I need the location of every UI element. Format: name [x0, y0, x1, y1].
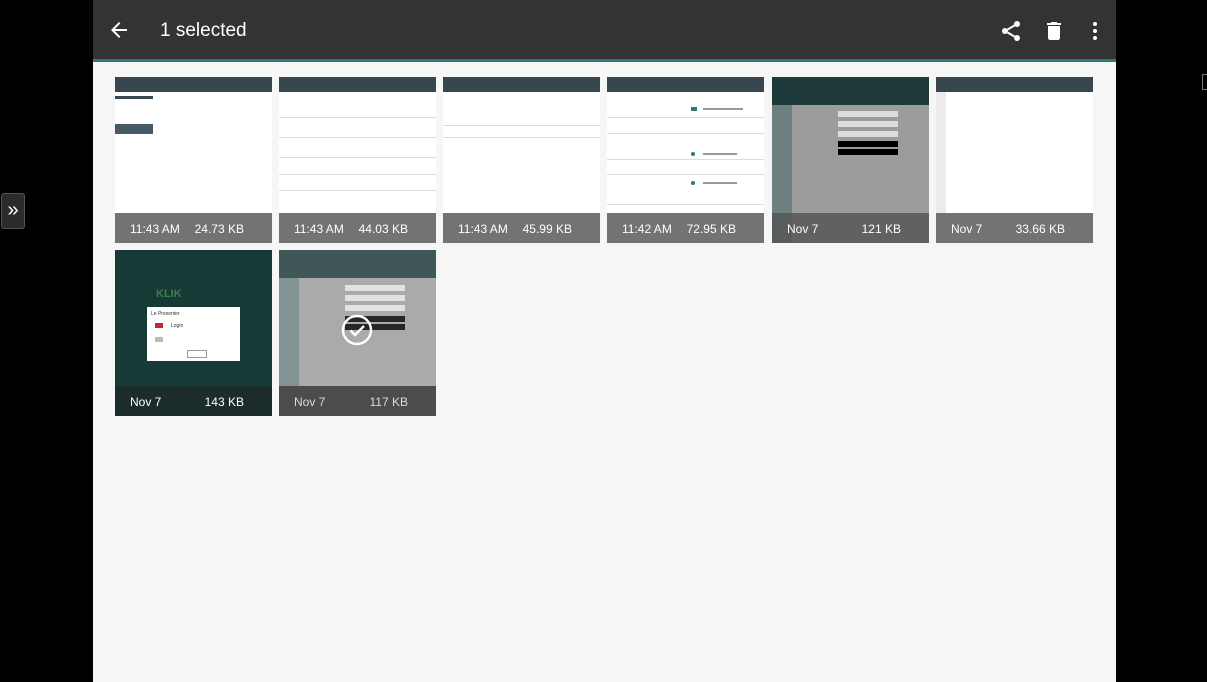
thumb-size: 45.99 KB	[522, 222, 572, 236]
thumb-preview-button	[187, 350, 207, 358]
thumb-time: 11:43 AM	[458, 222, 508, 236]
thumb-meta: Nov 7 117 KB	[279, 386, 436, 416]
thumb-time: Nov 7	[787, 222, 819, 236]
thumb-size: 44.03 KB	[358, 222, 408, 236]
thumb-size: 33.66 KB	[1015, 222, 1065, 236]
thumb-meta: Nov 7 33.66 KB	[936, 213, 1093, 243]
thumb-preview-line	[607, 133, 764, 134]
thumbnail-2[interactable]: 11:43 AM 44.03 KB	[279, 77, 436, 243]
thumb-preview-icon	[691, 181, 695, 185]
thumb-size: 143 KB	[204, 395, 244, 409]
thumb-preview-text	[703, 153, 737, 155]
thumb-time: 11:43 AM	[294, 222, 344, 236]
more-vert-icon[interactable]	[1083, 19, 1107, 43]
thumb-preview-tab	[115, 96, 153, 99]
thumbnail-3[interactable]: 11:43 AM 45.99 KB	[443, 77, 600, 243]
thumb-preview-chip	[115, 124, 153, 134]
thumb-preview-line	[607, 204, 764, 205]
right-edge-marker	[1202, 74, 1207, 90]
selection-count-title: 1 selected	[160, 20, 247, 41]
thumb-meta: 11:43 AM 24.73 KB	[115, 213, 272, 243]
thumb-size: 72.95 KB	[686, 222, 736, 236]
thumb-time: 11:43 AM	[130, 222, 180, 236]
thumbnail-1[interactable]: 11:43 AM 24.73 KB	[115, 77, 272, 243]
arrow-back-icon[interactable]	[107, 18, 131, 42]
thumb-size: 121 KB	[861, 222, 901, 236]
thumb-preview-line	[443, 125, 600, 126]
thumb-preview-line	[443, 137, 600, 138]
thumb-preview-icon	[691, 152, 695, 156]
thumb-time: Nov 7	[951, 222, 983, 236]
thumbnail-8-selected[interactable]: Nov 7 117 KB	[279, 250, 436, 416]
thumb-meta: 11:43 AM 45.99 KB	[443, 213, 600, 243]
thumb-preview-field	[838, 121, 898, 127]
thumb-time: Nov 7	[130, 395, 162, 409]
thumb-meta: Nov 7 121 KB	[772, 213, 929, 243]
thumb-time: 11:42 AM	[622, 222, 672, 236]
side-panel-handle[interactable]: »	[1, 193, 25, 229]
thumb-preview-header	[443, 77, 600, 92]
selection-toolbar: 1 selected	[93, 0, 1116, 62]
thumbnail-4[interactable]: 11:42 AM 72.95 KB	[607, 77, 764, 243]
thumb-preview-field	[838, 111, 898, 117]
thumb-preview-line	[607, 159, 764, 160]
thumb-preview-logo: KLIK	[156, 288, 182, 300]
thumb-preview-header	[936, 77, 1093, 92]
thumb-preview-header	[772, 77, 929, 105]
thumb-meta: 11:42 AM 72.95 KB	[607, 213, 764, 243]
check-circle-icon	[341, 314, 373, 346]
trash-icon[interactable]	[1042, 19, 1066, 43]
thumb-preview-line	[279, 174, 436, 175]
thumb-size: 24.73 KB	[194, 222, 244, 236]
thumbnail-6[interactable]: Nov 7 33.66 KB	[936, 77, 1093, 243]
thumb-preview-header	[607, 77, 764, 92]
thumb-preview-icon	[155, 323, 163, 328]
thumb-preview-line	[607, 174, 764, 175]
thumb-preview-header	[115, 77, 272, 92]
thumb-preview-line	[279, 157, 436, 158]
thumb-preview-line	[607, 117, 764, 118]
thumb-meta: 11:43 AM 44.03 KB	[279, 213, 436, 243]
thumb-preview-field	[838, 149, 898, 155]
thumb-preview-field	[838, 131, 898, 137]
thumb-preview-text	[703, 182, 737, 184]
thumb-preview-dialog-title: Le Presenter	[151, 311, 180, 317]
thumb-preview-sidebar	[936, 92, 946, 213]
gallery-app: 1 selected 11:43 AM 24.73 KB 11:43 AM 44	[93, 0, 1116, 682]
share-icon[interactable]	[999, 19, 1023, 43]
thumb-size: 117 KB	[369, 395, 408, 409]
thumb-preview-header	[279, 77, 436, 92]
thumb-time: Nov 7	[294, 395, 326, 409]
thumb-preview-line	[279, 117, 436, 118]
thumb-meta: Nov 7 143 KB	[115, 386, 272, 416]
thumb-preview-line	[279, 190, 436, 191]
thumbnail-7[interactable]: KLIK Le Presenter Login Nov 7 143 KB	[115, 250, 272, 416]
thumb-preview-icon	[691, 107, 697, 111]
thumb-preview-line	[279, 137, 436, 138]
thumb-preview-icon	[155, 337, 163, 342]
left-black-margin	[0, 0, 93, 682]
thumb-preview-field	[838, 141, 898, 147]
thumbnail-5[interactable]: Nov 7 121 KB	[772, 77, 929, 243]
thumb-preview-dialog: Le Presenter Login	[147, 307, 240, 361]
thumb-preview-text	[703, 108, 743, 110]
thumb-preview-login: Login	[171, 323, 184, 329]
